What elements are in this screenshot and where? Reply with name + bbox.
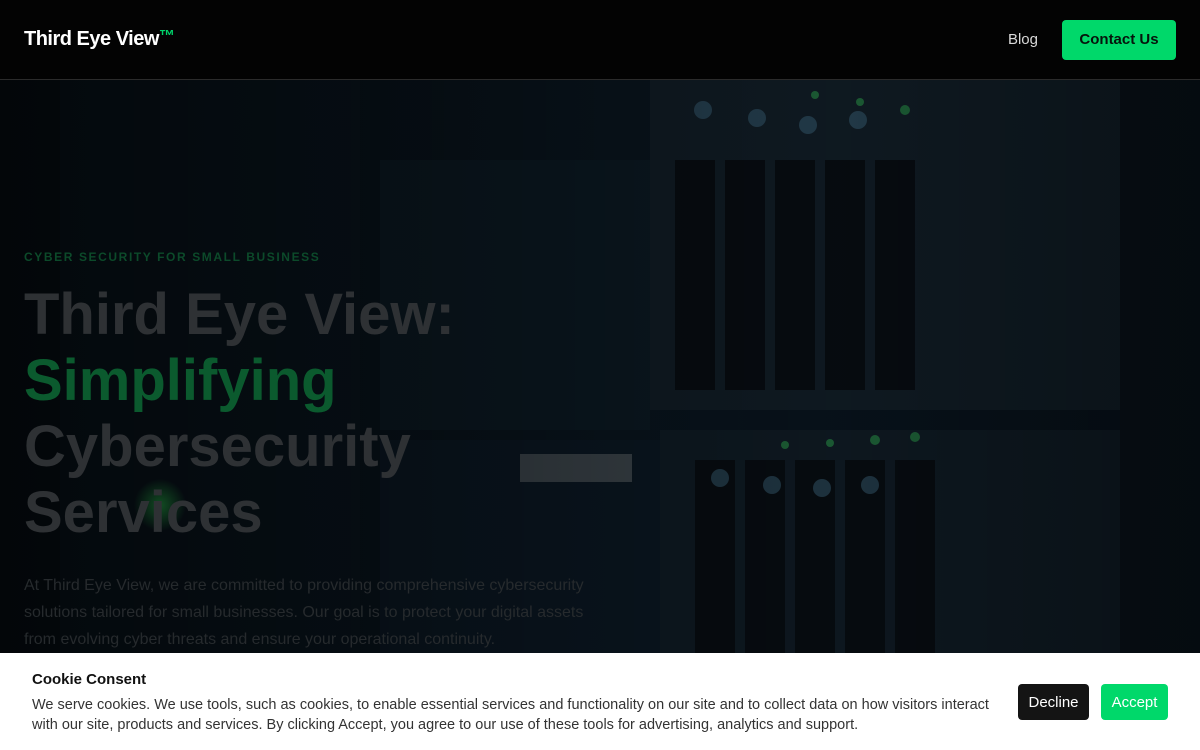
hero-headline: Third Eye View: Simplifying Cybersecurit… [24, 282, 624, 546]
hero-content: CYBER SECURITY FOR SMALL BUSINESS Third … [24, 250, 624, 653]
cookie-title: Cookie Consent [32, 671, 147, 688]
cookie-body: We serve cookies. We use tools, such as … [32, 697, 989, 733]
site-header: Third Eye View™ Blog Contact Us [0, 0, 1200, 80]
accept-button[interactable]: Accept [1101, 684, 1168, 720]
headline-line-1: Third Eye View: [24, 282, 455, 347]
headline-line-3: Cybersecurity [24, 414, 411, 479]
brand-logo[interactable]: Third Eye View™ [24, 28, 175, 51]
main-nav: Blog Contact Us [1008, 19, 1176, 60]
decline-button[interactable]: Decline [1018, 684, 1089, 720]
hero-description: At Third Eye View, we are committed to p… [24, 577, 584, 648]
nav-link-blog[interactable]: Blog [1008, 31, 1038, 48]
cookie-consent-banner: Cookie Consent We serve cookies. We use … [0, 653, 1200, 750]
hero-eyebrow: CYBER SECURITY FOR SMALL BUSINESS [24, 250, 321, 264]
cookie-actions: Decline Accept [1018, 684, 1168, 720]
contact-us-button[interactable]: Contact Us [1062, 19, 1176, 60]
headline-line-4: Services [24, 480, 263, 545]
cookie-text: Cookie Consent We serve cookies. We use … [32, 671, 997, 735]
brand-name: Third Eye View [24, 28, 159, 50]
headline-accent: Simplifying [24, 348, 337, 413]
hero-section: CYBER SECURITY FOR SMALL BUSINESS Third … [0, 80, 1200, 750]
trademark-mark: ™ [158, 28, 175, 45]
